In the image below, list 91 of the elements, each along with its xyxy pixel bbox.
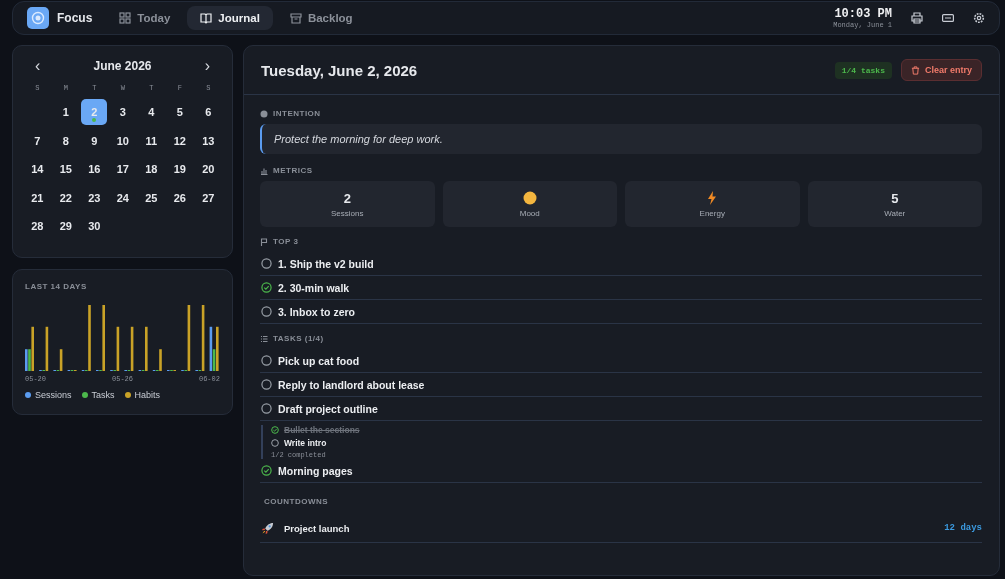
app-name: Focus [57, 11, 93, 25]
book-icon [200, 12, 213, 24]
calendar-day[interactable]: 23 [81, 184, 108, 211]
calendar-day[interactable]: 21 [24, 184, 51, 211]
section-heading: COUNTDOWNS [264, 497, 329, 506]
print-icon[interactable] [911, 12, 923, 24]
calendar-day[interactable]: 20 [195, 156, 222, 183]
nav-tab[interactable]: Backlog [276, 6, 366, 30]
logo-icon [27, 7, 49, 29]
metric-label: Sessions [331, 208, 364, 218]
calendar-day[interactable]: 6 [195, 99, 222, 126]
calendar-day[interactable]: 19 [166, 156, 193, 183]
subtask-text: Write intro [284, 438, 327, 448]
calendar-day[interactable]: 12 [166, 127, 193, 154]
legend-label: Tasks [91, 390, 115, 400]
nav-tab[interactable]: Today [106, 6, 184, 30]
settings-icon[interactable] [973, 12, 985, 24]
mood-icon [522, 190, 537, 205]
section-heading: TASKS (1/4) [273, 334, 324, 343]
task-text: Draft project outline [278, 402, 378, 415]
entry-title: Tuesday, June 2, 2026 [261, 61, 418, 79]
metric-label: Energy [699, 208, 725, 218]
subtask-text: Bullet the sections [284, 425, 360, 435]
calendar-day[interactable]: 17 [109, 156, 136, 183]
checkbox[interactable] [261, 258, 272, 269]
checkbox[interactable] [261, 282, 272, 293]
clock-time: 10:03 PM [834, 7, 892, 21]
intention-text: Protect the morning for deep work. [260, 124, 982, 154]
calendar-day[interactable]: 15 [52, 156, 79, 183]
lightning-icon [707, 190, 718, 205]
calendar-day[interactable]: 4 [138, 99, 165, 126]
legend-label: Habits [134, 390, 161, 400]
checkbox[interactable] [261, 379, 272, 390]
calendar-day[interactable]: 24 [109, 184, 136, 211]
metric-label: Mood [519, 208, 540, 218]
flag-icon [260, 237, 268, 246]
target-icon [260, 109, 268, 118]
calendar-day[interactable]: 22 [52, 184, 79, 211]
calendar-day[interactable]: 26 [166, 184, 193, 211]
calendar-day[interactable]: 8 [52, 127, 79, 154]
calendar-day[interactable]: 3 [109, 99, 136, 126]
countdown-remaining: 12 days [944, 523, 982, 533]
keyboard-icon[interactable] [942, 14, 954, 22]
nav-tab[interactable]: Journal [187, 6, 273, 30]
calendar-day[interactable]: 14 [24, 156, 51, 183]
checkbox[interactable] [261, 465, 272, 476]
month-title: June 2026 [93, 59, 152, 73]
trash-icon [910, 65, 920, 75]
checkbox[interactable] [271, 439, 279, 447]
task-text: Morning pages [278, 464, 353, 477]
task-text: 1. Ship the v2 build [278, 257, 374, 270]
calendar-day[interactable]: 11 [138, 127, 165, 154]
checkbox[interactable] [261, 306, 272, 317]
calendar-day[interactable]: 18 [138, 156, 165, 183]
checkbox[interactable] [261, 403, 272, 414]
next-month-button[interactable]: › [200, 58, 214, 74]
task-count-badge: 1/4 tasks [834, 61, 892, 79]
calendar-day[interactable]: 13 [195, 127, 222, 154]
task-text: 3. Inbox to zero [278, 305, 355, 318]
calendar-day[interactable]: 9 [81, 127, 108, 154]
checkbox[interactable] [261, 355, 272, 366]
section-heading: METRICS [273, 166, 313, 175]
calendar-day[interactable]: 7 [24, 127, 51, 154]
calendar-day[interactable]: 25 [138, 184, 165, 211]
calendar-day[interactable]: 27 [195, 184, 222, 211]
task-text: 2. 30-min walk [278, 281, 350, 294]
metric-value: 5 [891, 190, 899, 206]
calendar-day[interactable]: 29 [52, 213, 79, 240]
clear-entry-button[interactable]: Clear entry [900, 59, 982, 81]
rocket-icon [261, 521, 274, 535]
section-heading: TOP 3 [273, 237, 299, 246]
legend-label: Sessions [35, 390, 72, 400]
calendar-day[interactable]: 1 [52, 99, 79, 126]
task-text: Reply to landlord about lease [278, 378, 425, 391]
calendar-day[interactable]: 28 [24, 213, 51, 240]
chart-title: LAST 14 DAYS [25, 282, 88, 291]
previous-month-button[interactable]: ‹ [31, 58, 45, 74]
section-heading: INTENTION [273, 109, 321, 118]
calendar-day[interactable]: 30 [81, 213, 108, 240]
countdown-name: Project launch [284, 522, 350, 534]
calendar-day[interactable]: 16 [81, 156, 108, 183]
metric-value: 2 [343, 190, 351, 206]
metric-label: Water [884, 208, 906, 218]
grid-icon [119, 12, 132, 24]
list-icon [260, 334, 268, 343]
checkbox[interactable] [271, 426, 279, 434]
archive-icon [289, 12, 302, 24]
bar-chart-icon [260, 166, 268, 175]
calendar-day[interactable]: 10 [109, 127, 136, 154]
task-text: Pick up cat food [278, 354, 360, 367]
calendar-day[interactable]: 5 [166, 99, 193, 126]
